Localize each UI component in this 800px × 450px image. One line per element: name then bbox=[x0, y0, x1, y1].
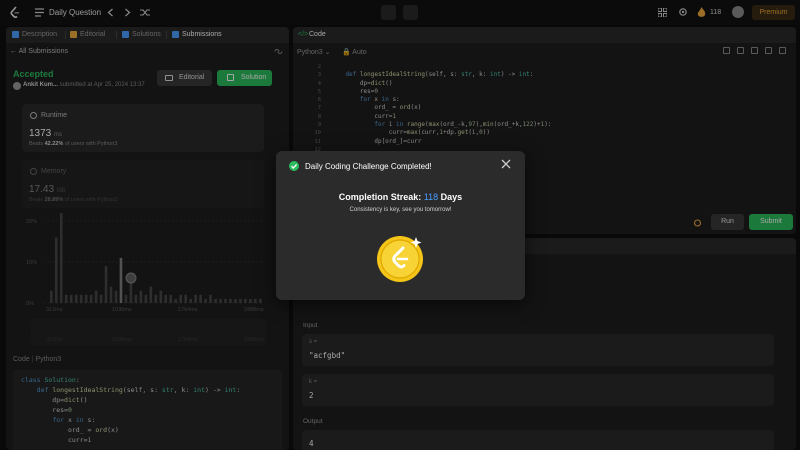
daily-challenge-modal: Daily Coding Challenge Completed! Comple… bbox=[276, 151, 525, 300]
encouragement-message: Consistency is key, see you tomorrow! bbox=[349, 207, 452, 213]
modal-title: Daily Coding Challenge Completed! bbox=[305, 162, 432, 171]
check-circle-icon bbox=[289, 161, 299, 171]
streak-number: 118 bbox=[423, 192, 439, 202]
leetcode-coin-icon bbox=[376, 233, 426, 283]
streak-suffix: Days bbox=[438, 192, 463, 202]
completion-streak: Completion Streak: 118 Days bbox=[276, 192, 525, 202]
close-icon[interactable] bbox=[501, 159, 511, 169]
streak-prefix: Completion Streak: bbox=[338, 192, 424, 202]
